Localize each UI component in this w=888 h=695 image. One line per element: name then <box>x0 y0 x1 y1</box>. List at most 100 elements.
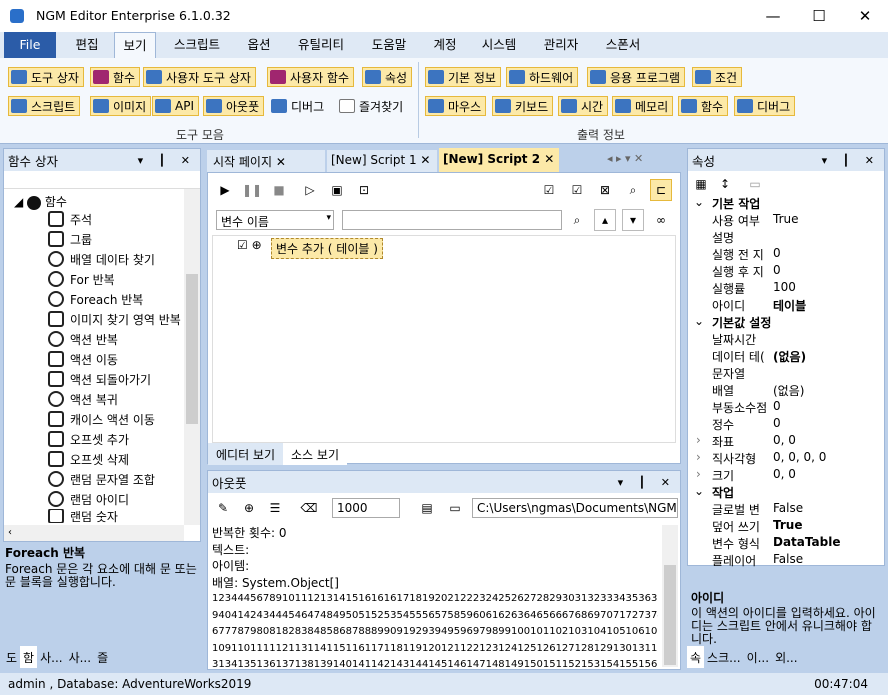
output-scrollbar[interactable] <box>662 525 678 667</box>
func-item-image-find-loop[interactable]: 이미지 찾기 영역 반복 <box>48 309 181 329</box>
check-all-icon[interactable]: ☑ <box>538 179 560 201</box>
tab-account[interactable]: 계정 <box>424 32 466 58</box>
script-node-add-variable[interactable]: 변수 추가 ( 테이블 ) <box>271 238 383 259</box>
tab-start-page[interactable]: 시작 페이지 ✕ <box>207 150 325 172</box>
script-node-checkbox[interactable]: ☑ ⊕ <box>237 238 262 252</box>
tab-view[interactable]: 보기 <box>114 32 156 58</box>
prop-row[interactable]: 문자열 <box>688 365 868 382</box>
step-icon[interactable]: ▷ <box>299 179 321 201</box>
tab-user-function[interactable]: 사... <box>66 646 94 668</box>
panel-controls[interactable]: ▾ ┃ ✕ <box>138 154 196 167</box>
function-scrollbar[interactable] <box>184 189 200 525</box>
move-down-button[interactable]: ▾ <box>622 209 644 231</box>
tab-help[interactable]: 도움말 <box>362 32 416 58</box>
sort-az-icon[interactable]: ↕ <box>714 173 736 195</box>
script-button[interactable]: 스크립트 <box>8 96 81 116</box>
prop-row[interactable]: 설명 <box>688 229 868 246</box>
infinity-icon[interactable]: ∞ <box>650 209 672 231</box>
prop-category[interactable]: ⌄ 작업 <box>688 484 868 501</box>
pause-icon[interactable]: ❚❚ <box>241 179 263 201</box>
prop-row[interactable]: 글로벌 변 False <box>688 501 868 518</box>
prop-row[interactable]: 아이디 테이블 <box>688 297 868 314</box>
image-button[interactable]: 이미지 <box>90 96 152 116</box>
prop-row[interactable]: › 직사각형 0, 0, 0, 0 <box>688 450 868 467</box>
prop-row[interactable]: › 좌표 0, 0 <box>688 433 868 450</box>
function-search-input[interactable] <box>4 171 200 189</box>
prop-row[interactable]: 덮어 쓰기 True <box>688 518 868 535</box>
max-lines-spinbox[interactable]: 1000 <box>332 498 400 518</box>
prop-row[interactable]: 실행 전 지0 <box>688 246 868 263</box>
tab-script-explorer[interactable]: 스크... <box>704 646 744 668</box>
clean-icon[interactable]: ✎ <box>212 497 234 519</box>
tab-nav-controls[interactable]: ◂ ▸ ▾ ✕ <box>607 152 643 165</box>
output-debug-button[interactable]: 디버그 <box>734 96 796 116</box>
time-button[interactable]: 시간 <box>558 96 609 116</box>
root-node[interactable]: ◢ 함수 <box>14 193 67 210</box>
output-function-button[interactable]: 함수 <box>678 96 729 116</box>
minimize-button[interactable]: — <box>750 0 796 32</box>
panel-controls[interactable]: ▾ ┃ ✕ <box>822 154 880 167</box>
memory-button[interactable]: 메모리 <box>612 96 674 116</box>
toolbox-button[interactable]: 도구 상자 <box>8 67 84 87</box>
func-item-action-loop[interactable]: 액션 반복 <box>48 329 118 349</box>
func-item-foreach[interactable]: Foreach 반복 <box>48 289 143 309</box>
tab-sponsor[interactable]: 스폰서 <box>598 32 648 58</box>
play-icon[interactable]: ▶ <box>214 179 236 201</box>
output-path-input[interactable]: C:\Users\ngmas\Documents\NGM6\ <box>472 498 678 518</box>
func-item-offset-add[interactable]: 오프셋 추가 <box>48 429 129 449</box>
prop-row[interactable]: 플레이어 False <box>688 552 868 569</box>
prop-row[interactable]: › 크기 0, 0 <box>688 467 868 484</box>
func-item-action-back[interactable]: 액션 되돌아가기 <box>48 369 151 389</box>
output-button[interactable]: 아웃풋 <box>203 96 265 116</box>
search-icon[interactable]: ⌕ <box>566 209 588 231</box>
prop-row[interactable]: 부동소수점 0 <box>688 399 868 416</box>
hardware-button[interactable]: 하드웨어 <box>506 67 579 87</box>
func-item-offset-delete[interactable]: 오프셋 삭제 <box>48 449 129 469</box>
prop-row[interactable]: 데이터 테((없음) <box>688 348 868 365</box>
properties-button[interactable]: 속성 <box>362 67 413 87</box>
prop-row[interactable]: 정수 0 <box>688 416 868 433</box>
file-menu[interactable]: File <box>4 32 56 58</box>
mouse-button[interactable]: 마우스 <box>425 96 487 116</box>
tab-script[interactable]: 스크립트 <box>164 32 230 58</box>
tab-script-1[interactable]: [New] Script 1 ✕ <box>327 150 437 172</box>
tab-utility[interactable]: 유틸리티 <box>288 32 354 58</box>
debug-button[interactable]: 디버그 <box>268 96 329 116</box>
user-function-button[interactable]: 사용자 함수 <box>267 67 355 87</box>
new-file-icon[interactable]: ⊕ <box>238 497 260 519</box>
func-item-random-string[interactable]: 랜덤 문자열 조합 <box>48 469 155 489</box>
func-item-case-move[interactable]: 캐이스 액션 이동 <box>48 409 155 429</box>
tab-toolbox[interactable]: 도 <box>3 646 20 668</box>
user-toolbox-button[interactable]: 사용자 도구 상자 <box>143 67 256 87</box>
func-item-random-id[interactable]: 랜덤 아이디 <box>48 489 129 509</box>
tab-external[interactable]: 외... <box>772 646 800 668</box>
function-hscrollbar[interactable]: ‹ <box>4 525 184 541</box>
panel-controls[interactable]: ▾ ┃ ✕ <box>618 476 676 489</box>
prop-row[interactable]: 변수 형식 DataTable <box>688 535 868 552</box>
tab-system[interactable]: 시스템 <box>474 32 524 58</box>
tree-view-icon[interactable]: ⊏ <box>650 179 672 201</box>
func-item-group[interactable]: 그룹 <box>48 229 92 249</box>
applications-button[interactable]: 응용 프로그램 <box>587 67 686 87</box>
keyboard-button[interactable]: 키보드 <box>492 96 554 116</box>
prop-category[interactable]: ⌄ 기본값 설정 <box>688 314 868 331</box>
maximize-button[interactable]: ☐ <box>796 0 842 32</box>
prop-row[interactable]: 사용 여부 True <box>688 212 868 229</box>
tab-admin[interactable]: 관리자 <box>532 32 590 58</box>
categorized-icon[interactable]: ▦ <box>690 173 712 195</box>
stop-icon[interactable]: ■ <box>268 179 290 201</box>
prop-row[interactable]: 배열 (없음) <box>688 382 868 399</box>
func-item-comment[interactable]: 주석 <box>48 209 92 229</box>
tab-properties[interactable]: 속 <box>687 646 705 668</box>
api-button[interactable]: API <box>152 96 199 116</box>
variable-dropdown[interactable]: 변수 이름 ▾ <box>216 210 334 230</box>
func-item-for[interactable]: For 반복 <box>48 269 115 289</box>
list-icon[interactable]: ☰ <box>264 497 286 519</box>
prop-row[interactable]: 날짜시간 <box>688 331 868 348</box>
step-over-icon[interactable]: ⊡ <box>353 179 375 201</box>
tab-image-explorer[interactable]: 이... <box>744 646 772 668</box>
func-item-action-move[interactable]: 액션 이동 <box>48 349 118 369</box>
tab-source-view[interactable]: 소스 보기 <box>283 443 347 465</box>
zoom-icon[interactable]: ⌕ <box>622 179 644 201</box>
delete-icon[interactable]: ⊠ <box>594 179 616 201</box>
